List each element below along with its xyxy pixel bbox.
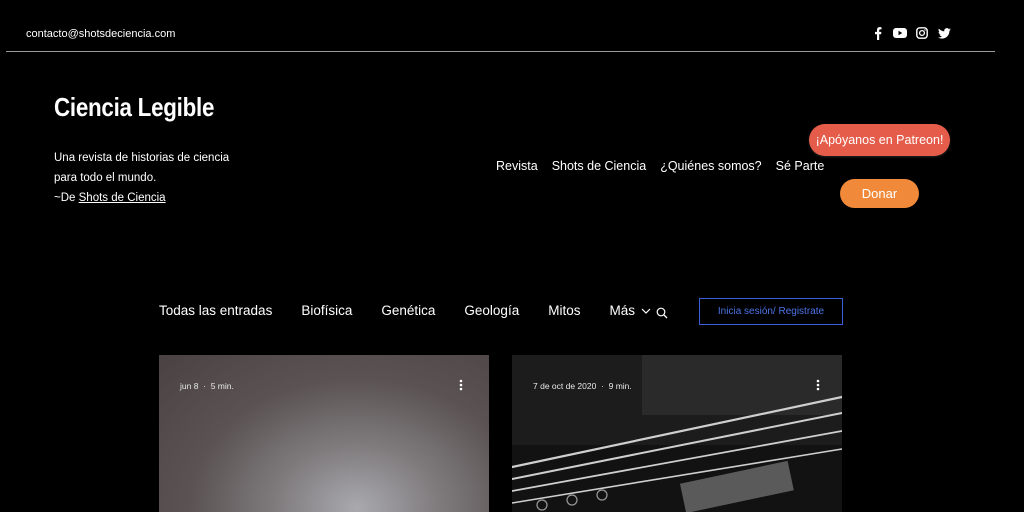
nav-item-revista[interactable]: Revista	[496, 159, 538, 173]
category-todas-las-entradas[interactable]: Todas las entradas	[159, 303, 272, 318]
twitter-icon[interactable]	[937, 26, 951, 40]
main-nav: Revista Shots de Ciencia ¿Quiénes somos?…	[496, 159, 824, 173]
more-options-icon[interactable]	[459, 379, 463, 391]
post-date: 7 de oct de 2020	[533, 381, 597, 391]
patreon-button[interactable]: ¡Apóyanos en Patreon!	[809, 124, 950, 156]
blog-category-menu: Todas las entradas Biofísica Genética Ge…	[159, 303, 651, 318]
donate-button[interactable]: Donar	[840, 179, 919, 208]
post-meta: 7 de oct de 2020 · 9 min.	[533, 381, 632, 391]
post-card[interactable]: 7 de oct de 2020 · 9 min.	[512, 355, 842, 512]
search-icon[interactable]	[656, 306, 668, 324]
guitar-strings-image	[512, 355, 842, 512]
nav-item-quienes-somos[interactable]: ¿Quiénes somos?	[660, 159, 761, 173]
category-mitos[interactable]: Mitos	[548, 303, 580, 318]
more-label: Más	[609, 303, 635, 318]
contact-email-link[interactable]: contacto@shotsdeciencia.com	[26, 28, 175, 40]
facebook-icon[interactable]	[871, 26, 885, 40]
tagline-line-3: ~De Shots de Ciencia	[54, 188, 229, 208]
tagline-line-2: para todo el mundo.	[54, 172, 157, 184]
post-date: jun 8	[180, 381, 199, 391]
nav-item-se-parte[interactable]: Sé Parte	[776, 159, 825, 173]
site-title[interactable]: Ciencia Legible	[54, 92, 214, 123]
nav-item-shots-de-ciencia[interactable]: Shots de Ciencia	[552, 159, 647, 173]
page: contacto@shotsdeciencia.com Ciencia Legi…	[0, 0, 1024, 512]
post-read-time: 9 min.	[608, 381, 632, 391]
category-genetica[interactable]: Genética	[381, 303, 435, 318]
social-bar	[871, 26, 951, 40]
top-divider	[6, 51, 995, 52]
shots-de-ciencia-link[interactable]: Shots de Ciencia	[79, 192, 166, 204]
post-card[interactable]: jun 8 · 5 min.	[159, 355, 489, 512]
youtube-icon[interactable]	[893, 26, 907, 40]
post-meta: jun 8 · 5 min.	[180, 381, 234, 391]
category-biofisica[interactable]: Biofísica	[301, 303, 352, 318]
more-categories-button[interactable]: Más	[609, 303, 651, 318]
instagram-icon[interactable]	[915, 26, 929, 40]
tagline-prefix: ~De	[54, 192, 79, 204]
post-read-time: 5 min.	[210, 381, 234, 391]
tagline-line-1: Una revista de historias de ciencia	[54, 152, 230, 164]
tagline: Una revista de historias de ciencia para…	[54, 148, 229, 208]
chevron-down-icon	[641, 308, 651, 314]
login-button[interactable]: Inicia sesión/ Registrate	[699, 298, 843, 325]
category-geologia[interactable]: Geología	[464, 303, 519, 318]
